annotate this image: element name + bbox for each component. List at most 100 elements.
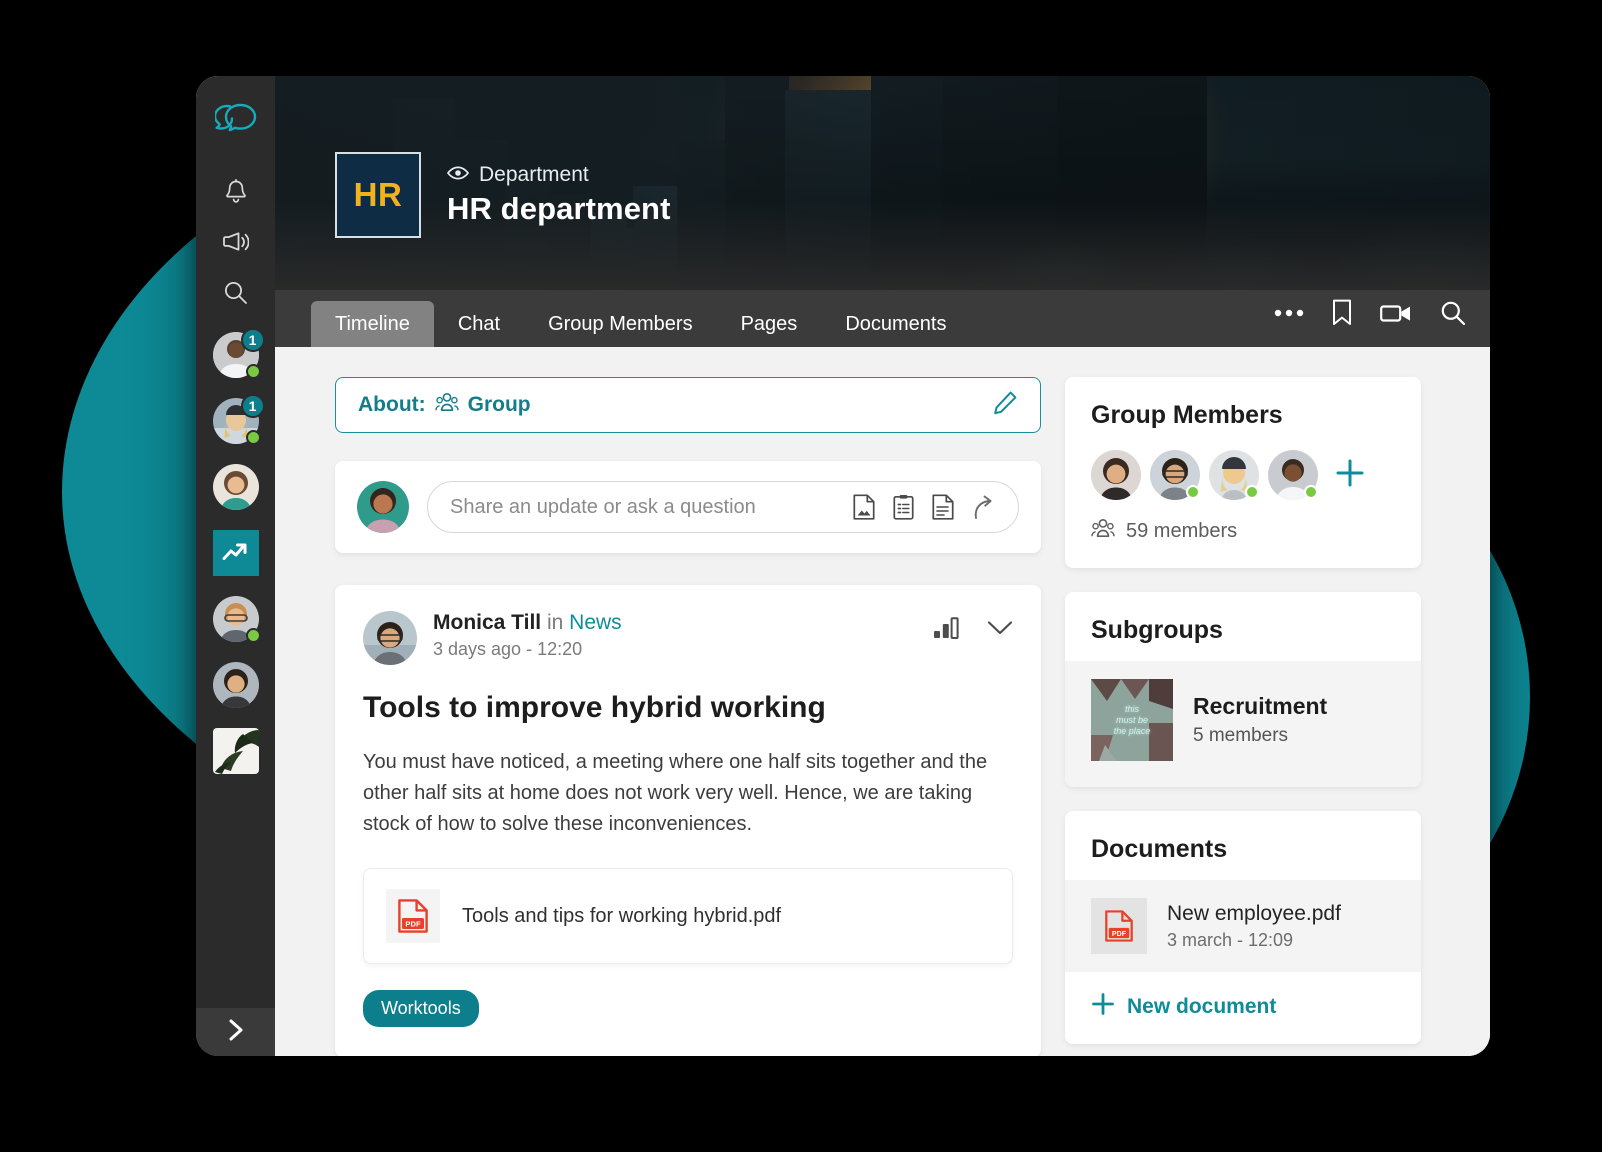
banner-content: HR Department HR department [335,152,671,238]
group-people-icon [434,392,459,418]
more-options-icon[interactable] [1274,309,1304,317]
add-member-button[interactable] [1335,458,1365,493]
document-name: New employee.pdf [1167,901,1341,925]
svg-text:PDF: PDF [405,920,421,929]
plus-icon [1091,992,1115,1022]
pdf-file-icon: PDF [386,889,440,943]
online-dot [245,364,261,379]
group-kind-label: Department [479,163,589,186]
documents-title: Documents [1091,835,1228,863]
list-item[interactable]: PDF New employee.pdf 3 march - 12:09 [1065,880,1421,972]
search-icon[interactable] [1440,300,1466,326]
post-actions [933,611,1013,644]
about-label-group: About: Group [358,392,531,418]
member-avatar-3[interactable] [1209,450,1259,500]
member-count-row: 59 members [1065,510,1421,568]
composer-placeholder: Share an update or ask a question [450,495,756,518]
left-rail: 1 1 [196,76,275,1056]
chevron-down-icon[interactable] [987,620,1013,641]
composer-input-wrap[interactable]: Share an update or ask a question [427,481,1019,533]
group-people-icon [1091,518,1115,544]
rail-avatar-2[interactable]: 1 [212,394,265,445]
post-in-word: in [541,611,570,634]
main-area: HR Department HR department Timeline Cha… [275,76,1490,1056]
rail-avatar-3[interactable] [212,464,259,510]
rail-avatar-5[interactable] [212,662,259,708]
about-bar[interactable]: About: Group [335,377,1041,433]
attachment-name: Tools and tips for working hybrid.pdf [462,904,782,927]
online-dot [1245,485,1259,499]
rail-expand-button[interactable] [196,1008,275,1056]
eye-icon [446,166,470,185]
megaphone-icon[interactable] [213,220,259,264]
pdf-file-icon: PDF [1091,898,1147,954]
post-author-avatar[interactable] [363,611,417,665]
document-timestamp: 3 march - 12:09 [1167,929,1294,950]
post-tag[interactable]: Worktools [363,990,479,1027]
speech-bubbles-logo-icon[interactable] [213,103,257,138]
tab-bar: Timeline Chat Group Members Pages Docume… [275,290,1490,347]
online-dot [245,628,261,643]
post-author-name[interactable]: Monica Till [433,611,541,634]
group-avatar[interactable]: HR [335,152,421,238]
post-channel[interactable]: News [569,611,622,634]
clipboard-poll-icon[interactable] [893,494,914,520]
bell-icon[interactable] [213,170,259,214]
tab-group-members[interactable]: Group Members [524,301,717,347]
rail-badge: 1 [240,328,265,352]
feed-column: About: Group Share an update or ask a qu… [335,377,1041,1056]
document-file-icon[interactable] [932,494,954,520]
new-document-label: New document [1127,995,1277,1018]
subgroup-thumb-text: this must be the place [1113,704,1151,736]
post-composer: Share an update or ask a question [335,461,1041,553]
app-window: 1 1 HR Department HR department Timeline… [196,76,1490,1056]
list-item[interactable]: this must be the place Recruitment 5 membe… [1065,661,1421,787]
online-dot [1304,485,1318,499]
post-attachment[interactable]: PDF Tools and tips for working hybrid.pd… [363,868,1013,964]
new-document-button[interactable]: New document [1065,972,1421,1044]
chevron-right-icon [228,1018,244,1047]
tab-pages[interactable]: Pages [717,301,822,347]
search-icon[interactable] [213,270,259,314]
tab-chat[interactable]: Chat [434,301,524,347]
member-avatar-4[interactable] [1268,450,1318,500]
subgroups-panel: Subgroups this must be the place Recruit… [1065,592,1421,787]
post-author-line: Monica Till in News [433,611,917,635]
bar-chart-stats-icon[interactable] [933,617,961,644]
about-prefix: About: [358,393,426,416]
group-members-title: Group Members [1091,401,1283,429]
rail-tile-trending[interactable] [212,530,259,576]
pencil-edit-icon[interactable] [992,390,1018,421]
rail-avatar-4[interactable] [212,596,261,643]
video-camera-icon[interactable] [1380,302,1412,324]
page-root: 1 1 HR Department HR department Timeline… [0,0,1602,1152]
post-timestamp: 3 days ago - 12:20 [433,639,583,659]
documents-panel: Documents PDF New employee.pdf 3 march -… [1065,811,1421,1044]
subgroups-title: Subgroups [1091,616,1223,644]
tab-bar-actions [1274,290,1466,347]
rail-thumb-plant[interactable] [212,728,259,774]
svg-text:PDF: PDF [1112,930,1127,938]
bookmark-icon[interactable] [1332,299,1352,326]
post-body: You must have noticed, a meeting where o… [363,751,988,835]
group-heading: Department HR department [446,163,671,227]
document-info: New employee.pdf 3 march - 12:09 [1167,902,1341,951]
tab-timeline[interactable]: Timeline [311,301,434,347]
subgroup-info: Recruitment 5 members [1193,693,1327,747]
rail-badge: 1 [240,394,265,418]
current-user-avatar[interactable] [357,481,409,533]
subgroup-name: Recruitment [1193,693,1328,719]
rail-avatar-1[interactable]: 1 [212,328,265,379]
member-avatar-1[interactable] [1091,450,1141,500]
tab-list: Timeline Chat Group Members Pages Docume… [311,290,970,347]
post-meta: Monica Till in News 3 days ago - 12:20 [433,611,917,660]
online-dot [245,430,261,445]
member-avatar-2[interactable] [1150,450,1200,500]
post-title: Tools to improve hybrid working [363,691,826,724]
image-file-icon[interactable] [853,494,875,520]
content-area: About: Group Share an update or ask a qu… [275,347,1490,1056]
tab-documents[interactable]: Documents [821,301,970,347]
share-arrow-icon[interactable] [972,494,996,520]
subgroup-members: 5 members [1193,725,1289,746]
group-banner: HR Department HR department [275,76,1490,290]
